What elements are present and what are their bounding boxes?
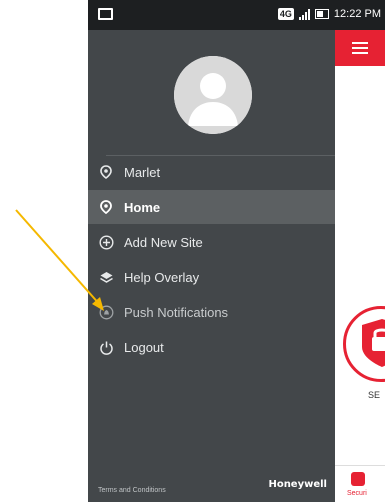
- phone-screen: 4G 12:22 PM Marlet Home Add New Site Hel…: [88, 0, 385, 502]
- hamburger-icon: [352, 42, 368, 54]
- layers-icon: [98, 269, 114, 285]
- notification-icon: [98, 8, 113, 20]
- signal-icon: [298, 8, 310, 20]
- drawer-item-label: Logout: [124, 339, 164, 355]
- drawer-item-home[interactable]: Home: [88, 190, 335, 224]
- drawer-item-add-new-site[interactable]: Add New Site: [88, 225, 335, 259]
- status-bar: 4G 12:22 PM: [88, 0, 385, 30]
- drawer-item-label: Marlet: [124, 164, 161, 180]
- clock-time: 12:22 PM: [333, 8, 381, 20]
- battery-icon: [314, 9, 329, 19]
- status-icons: 4G 12:22 PM: [277, 8, 381, 20]
- honeywell-logo: Honeywell: [268, 479, 327, 490]
- main-content-peek: SE Securi: [335, 30, 385, 502]
- menu-button[interactable]: [335, 30, 385, 66]
- navigation-drawer: Marlet Home Add New Site Help Overlay Pu: [88, 30, 335, 502]
- location-pin-icon: [98, 164, 114, 180]
- security-tile[interactable]: [343, 306, 385, 382]
- drawer-item-logout[interactable]: Logout: [88, 330, 335, 364]
- bottom-tab-label: Securi: [347, 490, 367, 497]
- avatar[interactable]: [174, 56, 252, 134]
- drawer-item-label: Home: [124, 199, 161, 215]
- drawer-item-label: Add New Site: [124, 234, 203, 250]
- terms-link[interactable]: Terms and Conditions: [98, 487, 166, 494]
- security-tile-label: SE: [368, 390, 381, 400]
- location-pin-icon: [98, 199, 114, 215]
- drawer-item-label: Push Notifications: [124, 304, 229, 320]
- network-type-badge: 4G: [277, 8, 294, 20]
- shield-icon: [362, 319, 385, 367]
- drawer-item-push-notifications[interactable]: Push Notifications: [88, 295, 335, 329]
- plus-circle-icon: [98, 234, 114, 250]
- bottom-tab-security[interactable]: Securi: [335, 465, 385, 502]
- user-silhouette-icon: [174, 56, 252, 134]
- shield-icon: [351, 472, 365, 486]
- power-icon: [98, 339, 114, 355]
- drawer-item-marlet[interactable]: Marlet: [88, 155, 335, 189]
- drawer-item-label: Help Overlay: [124, 269, 200, 285]
- bell-icon: [98, 304, 114, 320]
- drawer-item-help-overlay[interactable]: Help Overlay: [88, 260, 335, 294]
